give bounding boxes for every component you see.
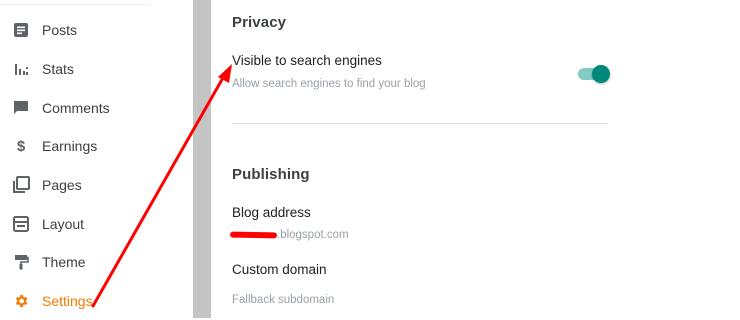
layout-icon [12, 215, 30, 233]
sidebar-item-label: Posts [42, 22, 78, 38]
blog-address-value: .blogspot.com [277, 229, 349, 241]
sidebar-item-theme[interactable]: Theme [0, 243, 193, 281]
sidebar: Posts Stats Comments $ Earnings Pages La… [0, 0, 193, 318]
visible-to-search-engines-toggle[interactable] [578, 65, 610, 83]
sidebar-item-earnings[interactable]: $ Earnings [0, 127, 193, 165]
paint-roller-icon [12, 253, 30, 271]
sidebar-item-label: Layout [42, 216, 85, 232]
sidebar-item-label: Comments [42, 100, 110, 116]
sidebar-item-label: Settings [42, 293, 93, 309]
dollar-icon: $ [16, 137, 26, 155]
scrollbar-gutter [193, 0, 211, 318]
sidebar-item-stats[interactable]: Stats [0, 50, 193, 88]
sidebar-divider [0, 4, 150, 5]
publishing-section-title: Publishing [232, 166, 310, 183]
sidebar-item-comments[interactable]: Comments [0, 89, 193, 127]
stats-icon [12, 60, 30, 78]
sidebar-item-label: Theme [42, 254, 86, 270]
gear-icon [12, 292, 30, 310]
blog-address-label[interactable]: Blog address [232, 205, 311, 220]
redaction-mark [229, 231, 278, 239]
privacy-section-title: Privacy [232, 14, 287, 31]
sidebar-item-layout[interactable]: Layout [0, 205, 193, 243]
sidebar-item-label: Pages [42, 177, 82, 193]
settings-panel: Privacy Visible to search engines Allow … [211, 0, 740, 318]
pages-icon [12, 176, 30, 194]
sidebar-item-label: Stats [42, 61, 74, 77]
visible-to-search-engines-description: Allow search engines to find your blog [232, 78, 426, 90]
sidebar-item-posts[interactable]: Posts [0, 11, 193, 49]
sidebar-item-label: Earnings [42, 138, 98, 154]
comments-icon [12, 99, 30, 117]
section-divider [232, 123, 608, 124]
toggle-thumb [592, 65, 610, 83]
posts-icon [12, 21, 30, 39]
sidebar-item-pages[interactable]: Pages [0, 166, 193, 204]
custom-domain-label[interactable]: Custom domain [232, 262, 327, 277]
sidebar-item-settings[interactable]: Settings [0, 282, 193, 320]
visible-to-search-engines-label[interactable]: Visible to search engines [232, 53, 382, 68]
fallback-subdomain-placeholder[interactable]: Fallback subdomain [232, 294, 334, 306]
